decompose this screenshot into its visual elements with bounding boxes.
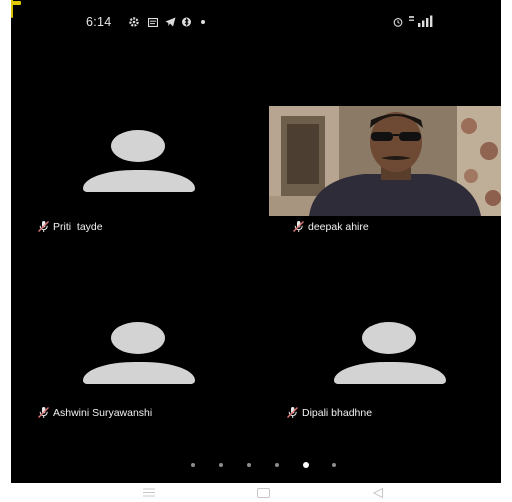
participant-name-label: deepak ahire — [292, 220, 369, 233]
participant-tile-4[interactable]: Dipali bhadhne — [256, 236, 501, 426]
call-screen: 6:14 Priti tayde deepak ahire Ashwini Su… — [11, 0, 501, 483]
page-dot[interactable] — [191, 463, 195, 467]
home-icon[interactable] — [257, 488, 270, 498]
participant-name-label: Ashwini Suryawanshi — [37, 406, 152, 419]
participant-tile-1[interactable]: Priti tayde — [11, 46, 256, 236]
status-time: 6:14 — [86, 15, 112, 29]
participant-tile-2[interactable]: deepak ahire — [256, 46, 501, 236]
participant-name: deepak ahire — [308, 220, 369, 233]
participant-name: Ashwini Suryawanshi — [53, 406, 153, 419]
page-dot[interactable] — [332, 463, 336, 467]
page-dot[interactable] — [275, 463, 279, 467]
participant-name: Priti tayde — [53, 220, 103, 233]
mic-muted-icon — [38, 221, 49, 232]
avatar-placeholder — [334, 322, 446, 384]
back-icon[interactable] — [373, 488, 383, 498]
message-icon — [148, 18, 158, 27]
menu-icon[interactable] — [143, 488, 155, 497]
alarm-icon — [393, 18, 403, 27]
page-indicator — [11, 460, 501, 470]
participant-name-label: Dipali bhadhne — [286, 406, 372, 419]
notification-dot-icon — [201, 20, 205, 24]
mic-muted-icon — [287, 407, 298, 418]
gear-icon — [129, 17, 139, 27]
bluetooth-icon — [182, 17, 191, 27]
page-dot[interactable] — [247, 463, 251, 467]
mic-muted-icon — [38, 407, 49, 418]
telegram-icon — [165, 17, 176, 27]
participant-name-label: Priti tayde — [37, 220, 103, 233]
signal-icon — [409, 15, 433, 27]
video-frame-image — [269, 106, 501, 216]
mic-muted-icon — [293, 221, 304, 232]
page-dot-active[interactable] — [303, 462, 309, 468]
avatar-placeholder — [83, 130, 195, 192]
participant-name: Dipali bhadhne — [302, 406, 373, 419]
avatar-placeholder — [83, 322, 195, 384]
status-bar: 6:14 — [11, 0, 501, 46]
navigation-bar — [11, 483, 501, 502]
battery-icon — [11, 0, 21, 18]
participant-video — [269, 106, 501, 216]
participant-tile-3[interactable]: Ashwini Suryawanshi — [11, 236, 256, 426]
page-dot[interactable] — [219, 463, 223, 467]
